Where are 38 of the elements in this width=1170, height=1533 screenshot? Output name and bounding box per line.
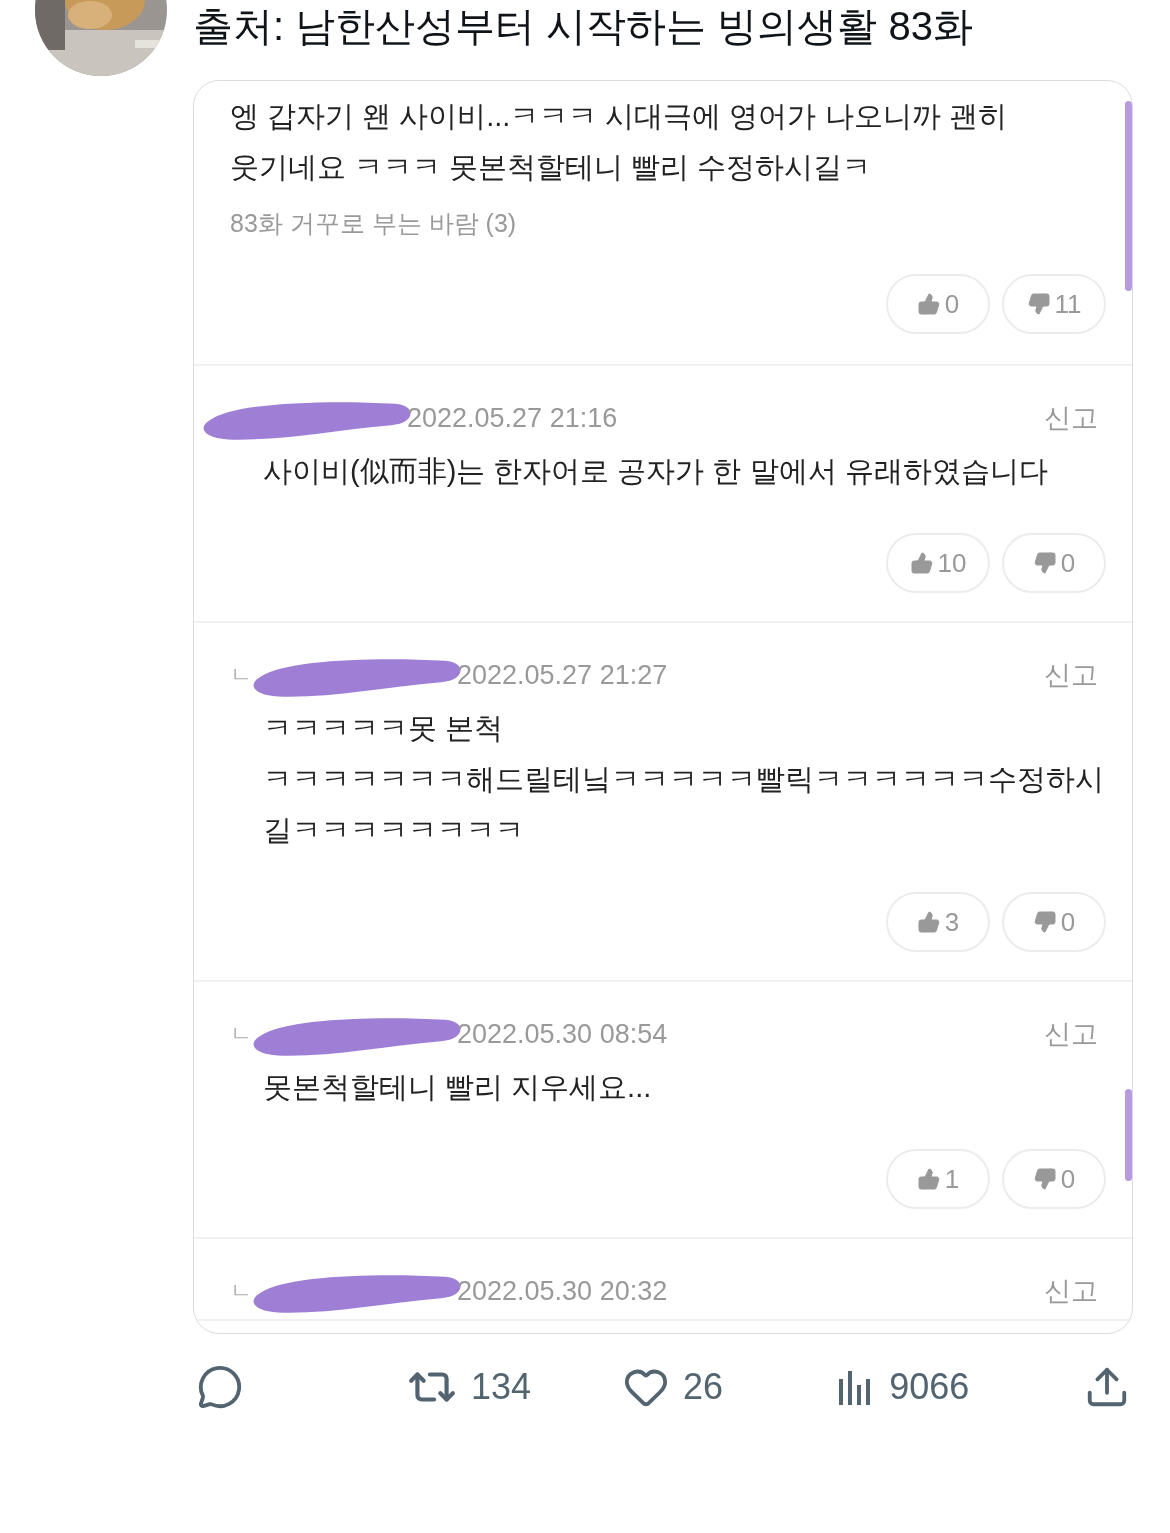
reply-button[interactable] [197, 1364, 243, 1410]
like-button[interactable]: 0 [886, 274, 990, 334]
report-link[interactable]: 신고 [1044, 400, 1106, 436]
post-text: 출처: 남한산성부터 시작하는 빙의생활 83화 [193, 3, 974, 50]
comment-date: 2022.05.30 20:32 [457, 1275, 668, 1307]
dislike-button[interactable]: 0 [1002, 1149, 1106, 1209]
retweet-button[interactable]: 134 [407, 1362, 532, 1412]
thumbs-up-icon [909, 551, 934, 575]
thumbs-down-icon [1032, 1167, 1057, 1191]
views-button[interactable]: 9066 [835, 1366, 970, 1408]
comment-text: 사이비(似而非)는 한자어로 공자가 한 말에서 유래하였습니다 [262, 454, 1049, 489]
dislike-button[interactable]: 0 [1002, 892, 1106, 952]
thumbs-down-icon [1032, 551, 1057, 575]
speech-bubble-icon [197, 1364, 243, 1410]
dislike-button[interactable]: 0 [1002, 533, 1106, 593]
comment-text: ㅋㅋㅋㅋㅋ못 본척 ㅋㅋㅋㅋㅋㅋㅋ해드릴테닠ㅋㅋㅋㅋㅋ빨릭ㅋㅋㅋㅋㅋㅋ수정하시 길ㅋㅋㅋㅋㅋㅋㅋㅋ [262, 711, 1105, 848]
like-button[interactable]: 3 [886, 892, 990, 952]
dislike-button[interactable]: 11 [1002, 274, 1106, 334]
comment-date: 2022.05.30 08:54 [457, 1018, 668, 1050]
report-link[interactable]: 신고 [1044, 657, 1106, 693]
thumbs-down-icon [1026, 292, 1051, 316]
reply-marker: ㄴ [230, 1277, 252, 1305]
comment-text: 못본척할테니 빨리 지우세요... [262, 1070, 653, 1105]
reply-marker: ㄴ [230, 661, 252, 689]
comment-date: 2022.05.27 21:16 [407, 402, 618, 434]
thumbs-up-icon [916, 910, 941, 934]
comment-text: 엥 갑자기 왠 사이비...ㅋㅋㅋ 시대극에 영어가 나오니까 괜히 웃기네요 ㅋㅋㅋ 못본척할테니 빨리 수정하시길ㅋ [230, 99, 1008, 185]
episode-label: 83화 거꾸로 부는 바람 (3) [230, 208, 518, 239]
thumbs-up-icon [916, 292, 941, 316]
reply-marker: ㄴ [230, 1020, 252, 1048]
thumbs-up-icon [916, 1167, 941, 1191]
report-link[interactable]: 신고 [1044, 1273, 1106, 1309]
like-button[interactable]: 1 [886, 1149, 990, 1209]
report-link[interactable]: 신고 [1044, 1016, 1106, 1052]
thumbs-down-icon [1032, 910, 1057, 934]
like-button[interactable]: 10 [886, 533, 990, 593]
comment-date: 2022.05.27 21:27 [457, 659, 668, 691]
like-button[interactable]: 26 [623, 1364, 724, 1410]
